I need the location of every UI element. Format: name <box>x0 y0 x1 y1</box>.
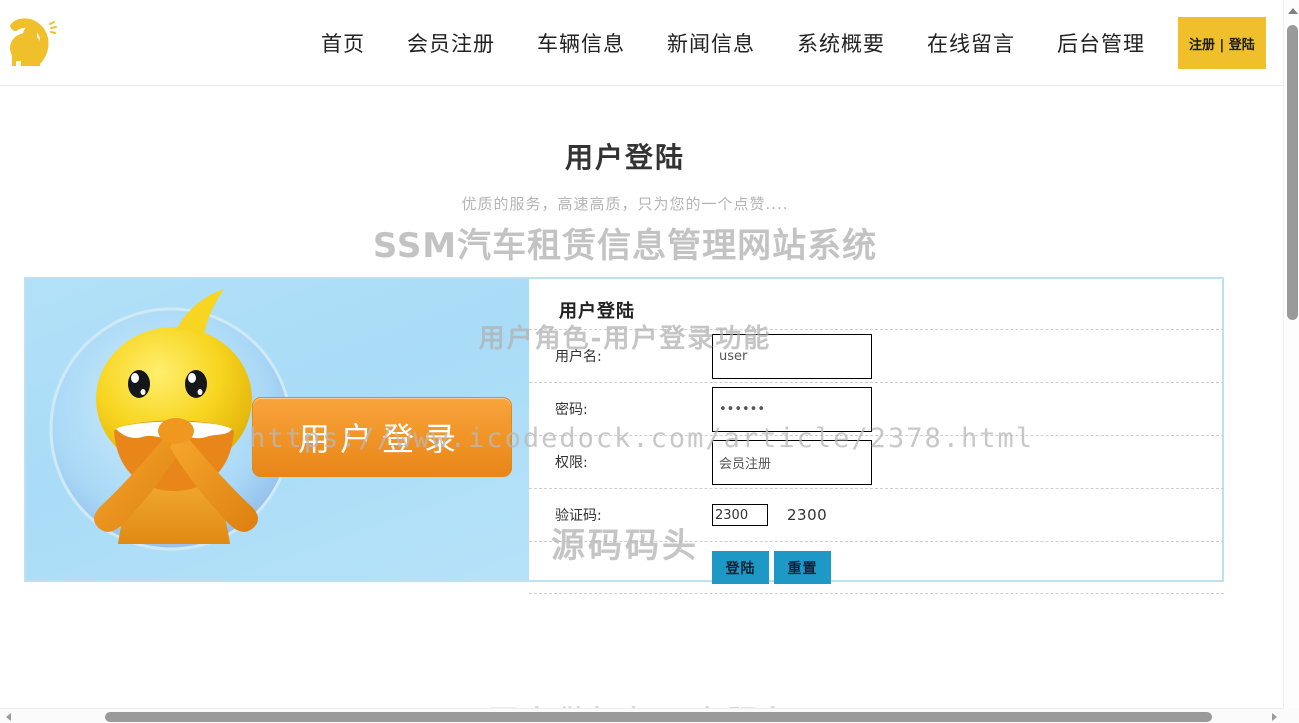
page-subtitle: 优质的服务，高速高质，只为您的一个点赞.... <box>461 195 789 213</box>
role-select[interactable] <box>712 439 872 485</box>
illustration-login-button[interactable]: 用户登录 <box>252 397 512 477</box>
nav-member-register[interactable]: 会员注册 <box>386 28 516 58</box>
captcha-label: 验证码: <box>555 508 602 524</box>
form-row-username: 用户名: <box>529 329 1224 382</box>
username-input[interactable] <box>712 333 872 379</box>
login-illustration: 用户登录 <box>26 279 529 580</box>
watermark-system-name: SSM汽车租赁信息管理网站系统 <box>372 226 878 266</box>
captcha-input[interactable] <box>712 504 768 526</box>
register-login-button[interactable]: 注册 | 登陆 <box>1178 17 1266 69</box>
scroll-right-arrow-icon[interactable] <box>1272 713 1277 721</box>
nav-system-overview[interactable]: 系统概要 <box>776 28 906 58</box>
form-heading: 用户登陆 <box>559 301 635 322</box>
scroll-left-arrow-icon[interactable] <box>6 713 11 721</box>
scroll-up-arrow-icon[interactable] <box>1288 8 1298 14</box>
horizontal-scrollbar-thumb[interactable] <box>105 712 1212 722</box>
qq-penguin-logo-icon[interactable] <box>6 14 64 72</box>
main-navigation: 首页 会员注册 车辆信息 新闻信息 系统概要 在线留言 后台管理 注册 | 登陆 <box>300 0 1266 86</box>
vertical-scrollbar-thumb[interactable] <box>1287 25 1298 320</box>
form-row-role: 权限: <box>529 435 1224 488</box>
nav-online-message[interactable]: 在线留言 <box>906 28 1036 58</box>
site-header: 首页 会员注册 车辆信息 新闻信息 系统概要 在线留言 后台管理 注册 | 登陆 <box>0 0 1283 86</box>
role-label: 权限: <box>555 455 588 471</box>
password-input[interactable] <box>712 386 872 432</box>
login-reset-button[interactable]: 重置 <box>774 551 831 584</box>
nav-admin-backend[interactable]: 后台管理 <box>1036 28 1166 58</box>
username-label: 用户名: <box>555 349 602 365</box>
nav-vehicle-info[interactable]: 车辆信息 <box>516 28 646 58</box>
login-panel: 用户登录 用户登陆 用户名: 密码: 权限: 验证码: <box>24 277 1224 594</box>
form-row-actions: 登陆 重置 <box>529 541 1224 594</box>
form-row-password: 密码: <box>529 382 1224 435</box>
login-form: 用户登陆 用户名: 密码: 权限: 验证码: 2300 <box>529 279 1224 594</box>
browser-page: 首页 会员注册 车辆信息 新闻信息 系统概要 在线留言 后台管理 注册 | 登陆… <box>0 0 1299 723</box>
captcha-code-image[interactable]: 2300 <box>787 506 827 524</box>
password-label: 密码: <box>555 402 588 418</box>
vertical-scrollbar[interactable] <box>1283 0 1299 708</box>
nav-news-info[interactable]: 新闻信息 <box>646 28 776 58</box>
form-row-captcha: 验证码: 2300 <box>529 488 1224 541</box>
page-viewport: 首页 会员注册 车辆信息 新闻信息 系统概要 在线留言 后台管理 注册 | 登陆… <box>0 0 1283 708</box>
watermark-footer-text: 图文做好每一次服务 <box>0 697 1283 708</box>
horizontal-scrollbar[interactable] <box>0 708 1299 723</box>
nav-home[interactable]: 首页 <box>300 28 386 58</box>
login-submit-button[interactable]: 登陆 <box>712 551 769 584</box>
page-title: 用户登陆 <box>564 141 685 174</box>
scrollbar-corner <box>1283 708 1299 723</box>
